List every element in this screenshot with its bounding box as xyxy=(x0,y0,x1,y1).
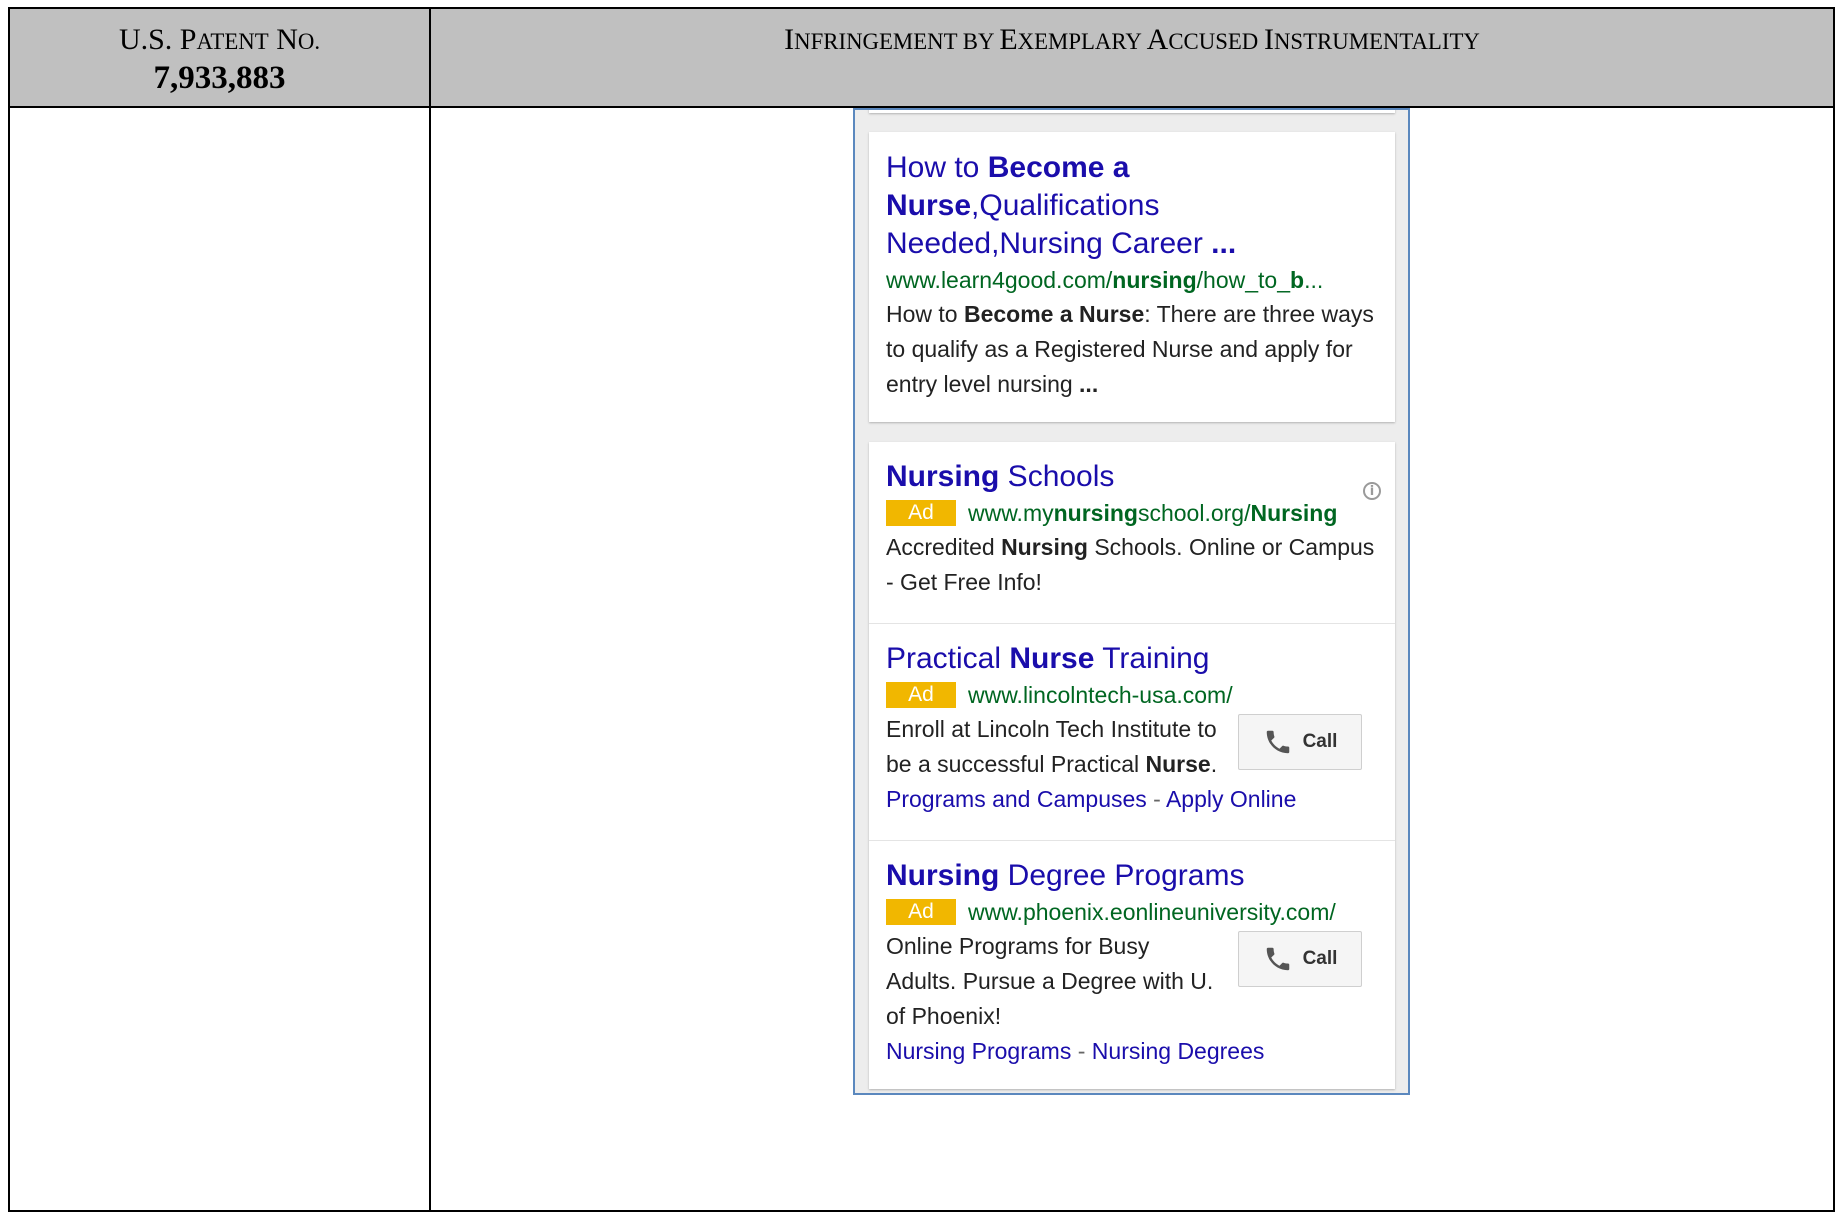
info-circle-icon[interactable]: i xyxy=(1363,482,1381,500)
organic-result-card: How to Become a Nurse,Qualifications Nee… xyxy=(869,132,1395,422)
sitelink-nursing-degrees[interactable]: Nursing Degrees xyxy=(1092,1038,1265,1064)
sitelink-nursing-programs[interactable]: Nursing Programs xyxy=(886,1038,1071,1064)
phone-icon xyxy=(1266,947,1289,971)
header-infringement-title: INFRINGEMENT BY EXEMPLARY ACCUSED INSTRU… xyxy=(784,23,1480,56)
ad-url: Ad www.mynursingschool.org/Nursing xyxy=(886,496,1378,530)
patent-number: 7,933,883 xyxy=(153,60,286,96)
ad-badge: Ad xyxy=(886,500,956,526)
ad-practical-nurse-training: Practical Nurse Training Ad www.lincolnte… xyxy=(869,640,1395,816)
sitelink-programs-campuses[interactable]: Programs and Campuses xyxy=(886,786,1147,812)
call-button[interactable]: Call xyxy=(1238,714,1362,770)
ad-badge: Ad xyxy=(886,682,956,708)
ad-title[interactable]: Practical Nurse Training xyxy=(886,640,1378,678)
table-header-row: U.S. PATENT NO. 7,933,883 INFRINGEMENT B… xyxy=(10,9,1833,108)
ad-divider xyxy=(869,623,1395,624)
call-button[interactable]: Call xyxy=(1238,931,1362,987)
patent-label: U.S. PATENT NO. xyxy=(118,23,321,56)
ad-divider xyxy=(869,840,1395,841)
ad-title[interactable]: Nursing Schools xyxy=(886,458,1378,496)
header-patent-number-cell: U.S. PATENT NO. 7,933,883 xyxy=(10,9,429,106)
mobile-search-screenshot: How to Become a Nurse,Qualifications Nee… xyxy=(853,108,1410,1095)
sitelink-apply-online[interactable]: Apply Online xyxy=(1166,786,1296,812)
ad-description: Accredited Nursing Schools. Online or Ca… xyxy=(886,534,1375,595)
previous-result-card xyxy=(869,110,1395,113)
ad-title[interactable]: Nursing Degree Programs xyxy=(886,857,1378,895)
ad-nursing-degree-programs: Nursing Degree Programs Ad www.phoenix.eo… xyxy=(869,857,1395,1068)
ad-badge: Ad xyxy=(886,899,956,925)
organic-result-title[interactable]: How to Become a Nurse,Qualifications Nee… xyxy=(886,149,1378,263)
organic-result-snippet: How to Become a Nurse: There are three w… xyxy=(886,301,1374,397)
column-divider xyxy=(429,9,431,1210)
ad-url: Ad www.lincolntech-usa.com/ xyxy=(886,678,1378,712)
ad-sitelinks: Nursing Programs - Nursing Degrees xyxy=(886,1038,1265,1064)
ad-url: Ad www.phoenix.eonlineuniversity.com/ xyxy=(886,895,1378,929)
ad-sitelinks: Programs and Campuses - Apply Online xyxy=(886,786,1297,812)
organic-result-url: www.learn4good.com/nursing/how_to_b... xyxy=(886,267,1324,293)
ad-nursing-schools: Nursing Schools Ad www.mynursingschool.or… xyxy=(869,458,1395,600)
phone-icon xyxy=(1266,730,1289,754)
ads-card: Nursing Schools Ad www.mynursingschool.or… xyxy=(869,442,1395,1089)
